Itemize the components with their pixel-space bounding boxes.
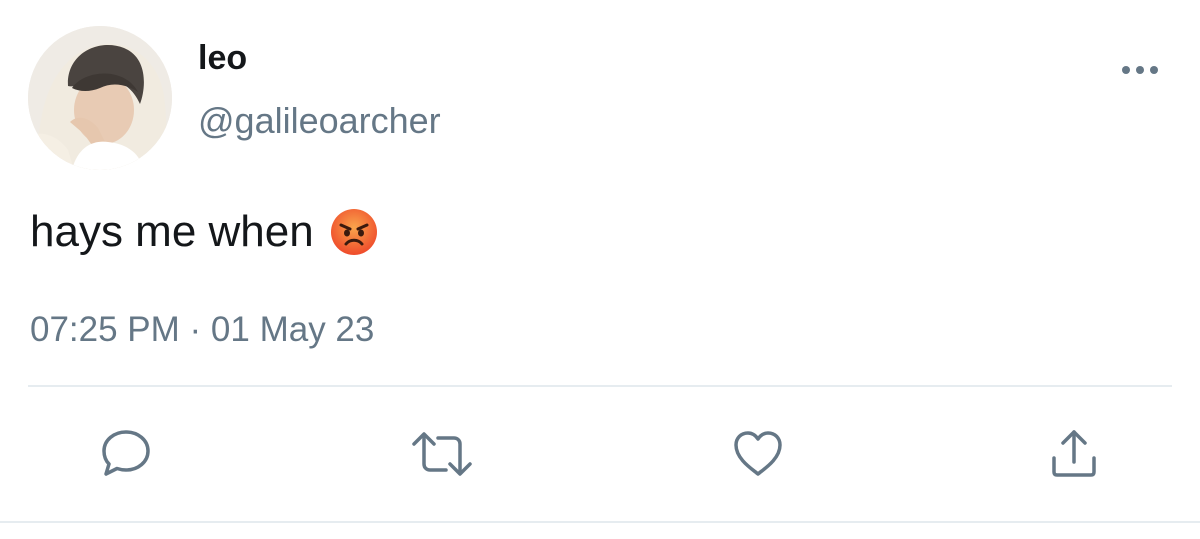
- retweet-arrows-icon: [412, 432, 472, 476]
- ellipsis-icon: [1122, 66, 1158, 74]
- like-button[interactable]: [730, 428, 786, 480]
- more-options-button[interactable]: [1118, 58, 1162, 82]
- divider: [28, 385, 1172, 387]
- speech-bubble-icon: [102, 430, 150, 476]
- share-upload-icon: [1052, 430, 1096, 477]
- retweet-button[interactable]: [410, 428, 472, 480]
- author-name[interactable]: leo: [198, 38, 247, 78]
- tweet-timestamp[interactable]: 07:25 PM · 01 May 23: [30, 308, 374, 352]
- tweet-text-content: hays me when: [30, 207, 314, 256]
- share-button[interactable]: [1046, 428, 1102, 480]
- author-handle[interactable]: @galileoarcher: [198, 100, 441, 142]
- heart-icon: [734, 431, 782, 476]
- tweet-card: leo @galileoarcher hays me when 07:25 PM…: [0, 0, 1200, 539]
- avatar[interactable]: [28, 26, 172, 170]
- angry-face-emoji-icon: [330, 208, 378, 256]
- bottom-divider: [0, 521, 1200, 523]
- reply-button[interactable]: [98, 428, 154, 480]
- tweet-text: hays me when: [30, 204, 378, 260]
- avatar-photo-icon: [28, 26, 172, 170]
